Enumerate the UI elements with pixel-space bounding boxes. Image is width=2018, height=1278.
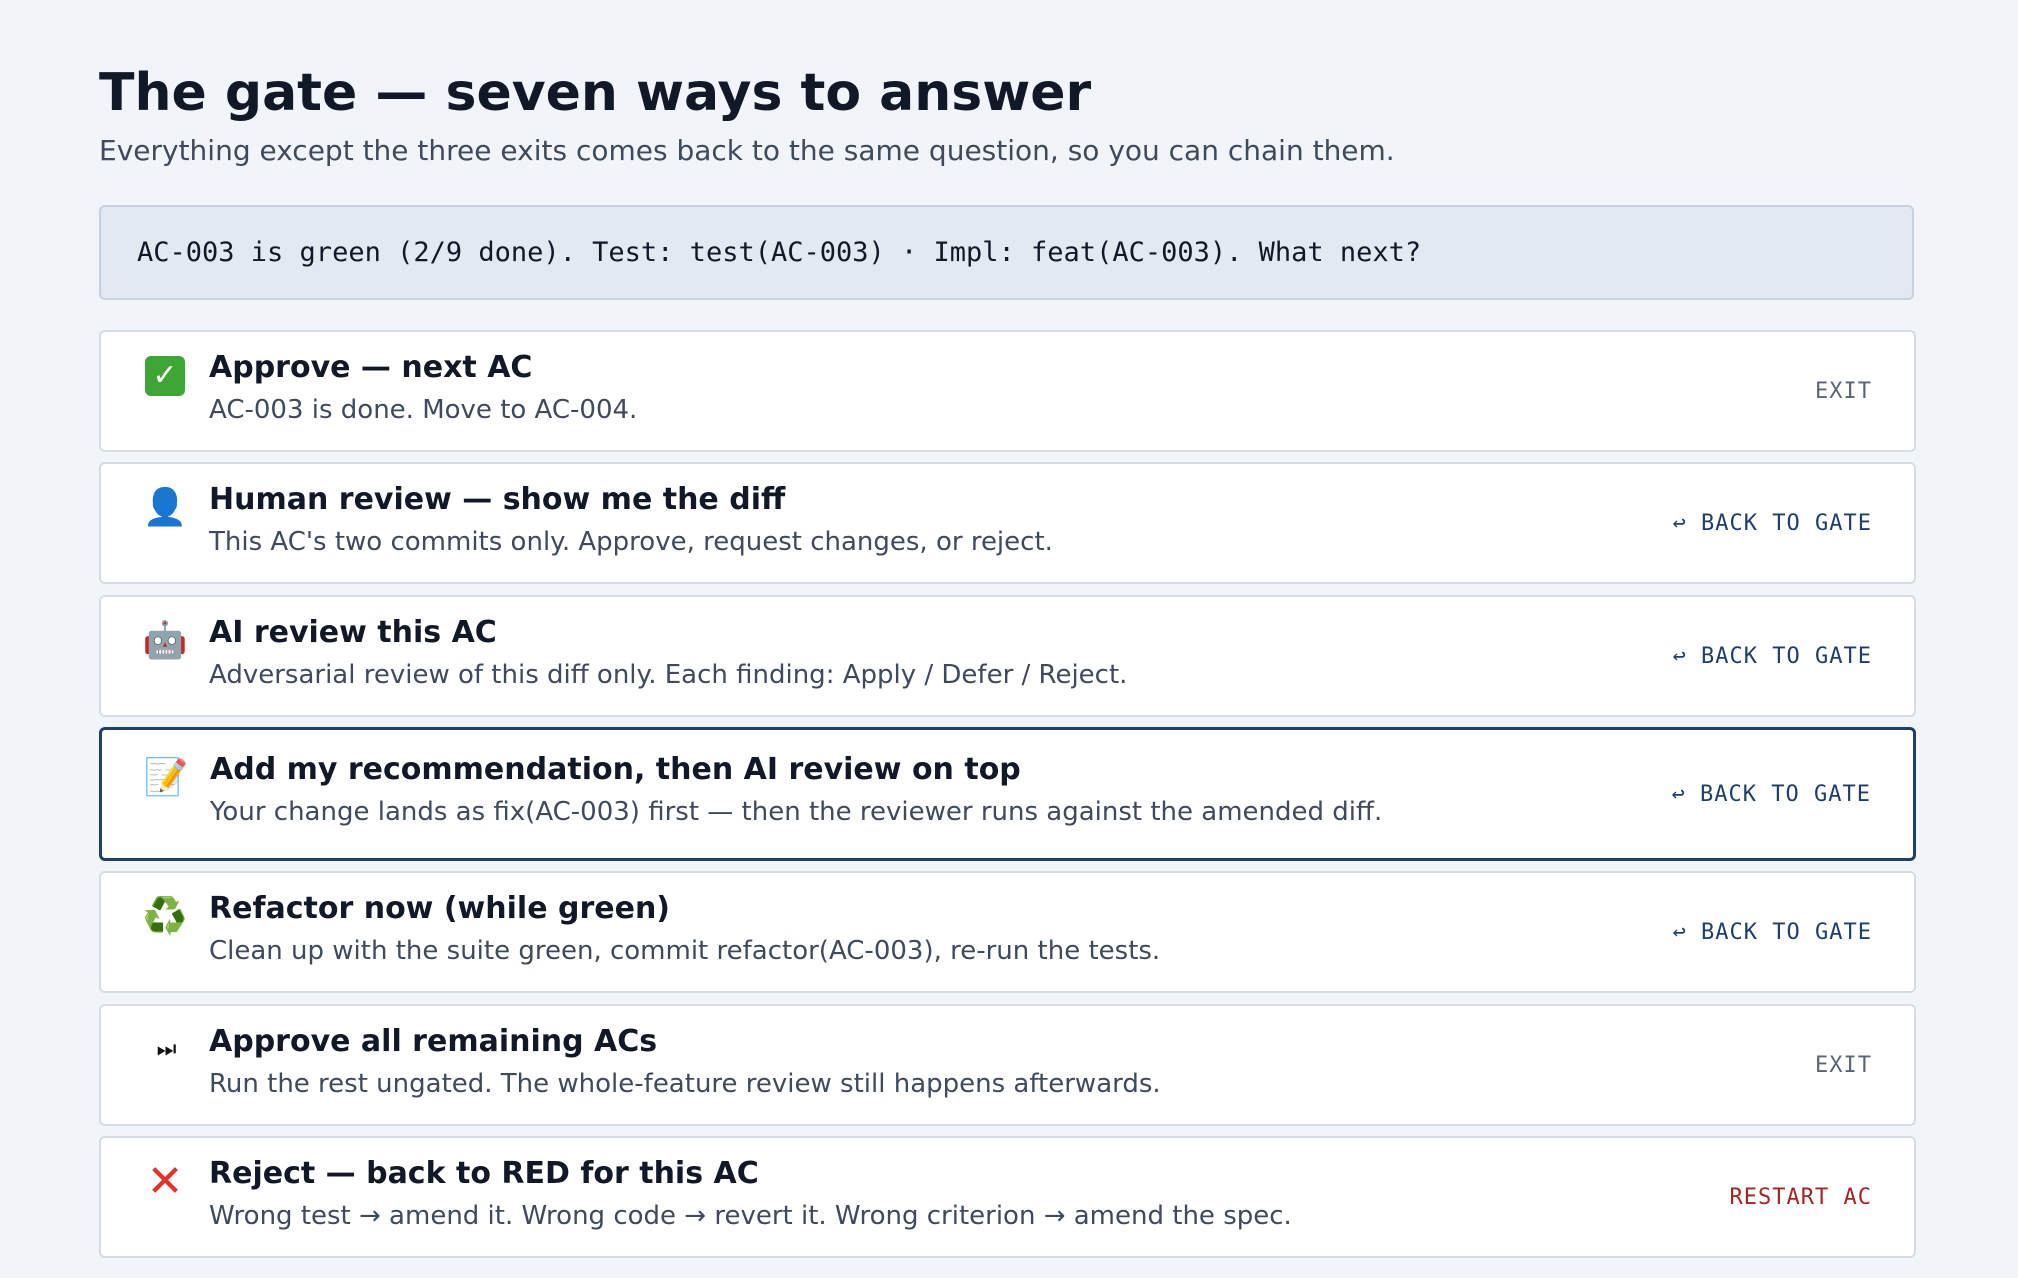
- option-title: Add my recommendation, then AI review on…: [210, 752, 1021, 787]
- fast-forward-icon: ⏭: [156, 1037, 177, 1062]
- memo-icon: 📝: [143, 757, 189, 798]
- option-fast-forward[interactable]: ⏭ Approve all remaining ACs Run the rest u…: [99, 1004, 1916, 1126]
- cross-mark-icon: ✕: [146, 1156, 184, 1207]
- option-robot[interactable]: 🤖 AI review this AC Adversarial review of …: [99, 595, 1916, 717]
- option-title: AI review this AC: [209, 615, 497, 650]
- option-tag-back: ↩ BACK TO GATE: [1671, 781, 1871, 807]
- option-check-mark[interactable]: ✓ Approve — next AC AC-003 is done. Move t…: [99, 330, 1916, 452]
- option-tag-back: ↩ BACK TO GATE: [1672, 643, 1872, 669]
- option-description: Run the rest ungated. The whole-feature …: [209, 1069, 1161, 1099]
- option-title: Reject — back to RED for this AC: [209, 1156, 759, 1191]
- option-tag-exit: EXIT: [1815, 1052, 1872, 1078]
- option-title: Approve all remaining ACs: [209, 1024, 658, 1059]
- option-memo[interactable]: 📝 Add my recommendation, then AI review o…: [99, 727, 1916, 861]
- recycle-icon: ♻️: [142, 896, 188, 937]
- gate-question: AC-003 is green (2/9 done). Test: test(A…: [99, 205, 1914, 300]
- check-mark-icon: ✓: [143, 354, 187, 398]
- option-person[interactable]: 👤 Human review — show me the diff This AC'…: [99, 462, 1916, 584]
- option-cross-mark[interactable]: ✕ Reject — back to RED for this AC Wrong t…: [99, 1136, 1916, 1258]
- page-subtitle: Everything except the three exits comes …: [99, 134, 1395, 167]
- option-recycle[interactable]: ♻️ Refactor now (while green) Clean up wit…: [99, 871, 1916, 993]
- option-tag-back: ↩ BACK TO GATE: [1672, 510, 1872, 536]
- page-title: The gate — seven ways to answer: [99, 63, 1092, 123]
- option-description: AC-003 is done. Move to AC-004.: [209, 395, 638, 425]
- option-tag-restart: RESTART AC: [1729, 1184, 1872, 1210]
- option-tag-back: ↩ BACK TO GATE: [1672, 919, 1872, 945]
- option-title: Human review — show me the diff: [209, 482, 786, 517]
- option-title: Approve — next AC: [209, 350, 533, 385]
- option-description: This AC's two commits only. Approve, req…: [209, 527, 1053, 557]
- option-description: Adversarial review of this diff only. Ea…: [209, 660, 1128, 690]
- person-icon: 👤: [142, 487, 188, 528]
- option-tag-exit: EXIT: [1815, 378, 1872, 404]
- robot-icon: 🤖: [142, 620, 188, 661]
- gate-question-text: AC-003 is green (2/9 done). Test: test(A…: [137, 237, 1422, 268]
- option-description: Your change lands as fix(AC-003) first —…: [210, 797, 1383, 827]
- option-description: Clean up with the suite green, commit re…: [209, 936, 1161, 966]
- option-title: Refactor now (while green): [209, 891, 671, 926]
- option-description: Wrong test → amend it. Wrong code → reve…: [209, 1201, 1292, 1231]
